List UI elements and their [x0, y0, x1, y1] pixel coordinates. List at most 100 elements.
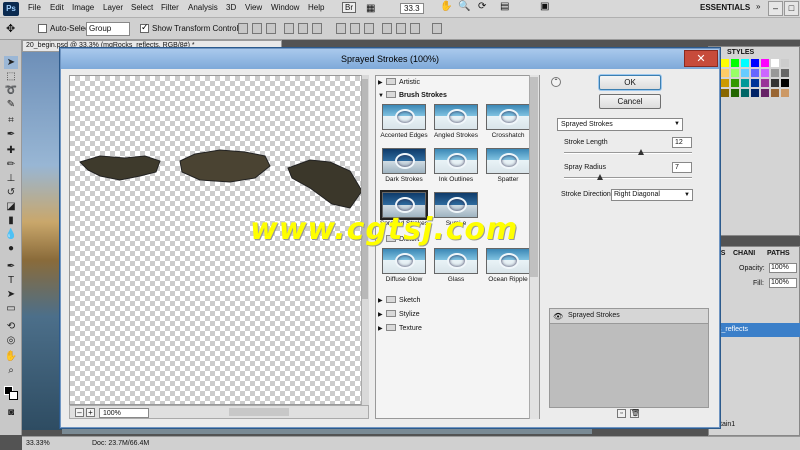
move-tool-preset-icon[interactable]: ✥	[6, 22, 15, 35]
swatch[interactable]	[751, 59, 759, 67]
path-select-tool-icon[interactable]: ➤	[4, 288, 18, 301]
preview-horizontal-scroll-thumb[interactable]	[229, 408, 289, 416]
swatch[interactable]	[771, 59, 779, 67]
auto-select-checkbox[interactable]	[38, 24, 47, 33]
workspace-switcher[interactable]: ESSENTIALS	[700, 3, 750, 12]
rotate-view-icon[interactable]: ⟳	[478, 1, 486, 12]
swatch[interactable]	[761, 79, 769, 87]
swatch[interactable]	[771, 89, 779, 97]
align-top-icon[interactable]	[238, 23, 248, 34]
crop-tool-icon[interactable]: ⌗	[4, 114, 18, 127]
zoom-tool-icon[interactable]: 🔍	[458, 1, 470, 12]
menu-3d[interactable]: 3D	[226, 3, 236, 12]
distribute-hcenter-icon[interactable]	[396, 23, 406, 34]
brush-tool-icon[interactable]: ✏	[4, 158, 18, 171]
swatch[interactable]	[741, 69, 749, 77]
eraser-tool-icon[interactable]: ◪	[4, 200, 18, 213]
thumb-glass[interactable]	[434, 248, 478, 274]
gradient-tool-icon[interactable]: ▮	[4, 214, 18, 227]
quick-select-tool-icon[interactable]: ✎	[4, 98, 18, 111]
ok-button[interactable]: OK	[599, 75, 661, 90]
type-tool-icon[interactable]: T	[4, 274, 18, 287]
history-brush-tool-icon[interactable]: ↺	[4, 186, 18, 199]
workspace-arrow-icon[interactable]: »	[756, 2, 760, 11]
arrange-documents-icon[interactable]: ▤	[500, 1, 509, 12]
folder-texture[interactable]: ▶ Texture	[378, 323, 538, 335]
swatch[interactable]	[781, 59, 789, 67]
shape-tool-icon[interactable]: ▭	[4, 302, 18, 315]
zoom-dropdown[interactable]: 100%	[99, 408, 149, 418]
thumb-spatter[interactable]	[486, 148, 530, 174]
eyedropper-tool-icon[interactable]: ✒	[4, 128, 18, 141]
hand-tool-icon[interactable]: ✋	[440, 1, 452, 12]
distribute-vcenter-icon[interactable]	[350, 23, 360, 34]
zoom-level-field[interactable]: 33.3	[400, 3, 424, 14]
swatch[interactable]	[721, 69, 729, 77]
screen-mode-icon[interactable]: ▣	[540, 1, 549, 12]
swatch[interactable]	[721, 89, 729, 97]
3d-rotate-tool-icon[interactable]: ⟲	[4, 320, 18, 333]
fill-field[interactable]: 100%	[769, 278, 797, 288]
menu-image[interactable]: Image	[72, 3, 94, 12]
clone-stamp-tool-icon[interactable]: ⊥	[4, 172, 18, 185]
restore-icon[interactable]: □	[784, 1, 799, 16]
thumb-angled-strokes[interactable]	[434, 104, 478, 130]
swatch[interactable]	[761, 89, 769, 97]
folder-artistic[interactable]: ▶ Artistic	[378, 77, 538, 89]
swatch[interactable]	[771, 79, 779, 87]
align-right-icon[interactable]	[312, 23, 322, 34]
swatch[interactable]	[741, 89, 749, 97]
swatch[interactable]	[741, 79, 749, 87]
marquee-tool-icon[interactable]: ⬚	[4, 70, 18, 83]
layer-row[interactable]: tain1	[710, 421, 800, 431]
swatch[interactable]	[721, 79, 729, 87]
spray-radius-field[interactable]: 7	[672, 162, 692, 173]
swatch[interactable]	[751, 89, 759, 97]
styles-tab[interactable]: STYLES	[727, 49, 754, 56]
frame-icon[interactable]: ▦	[366, 3, 375, 14]
swatch[interactable]	[781, 69, 789, 77]
paths-tab[interactable]: PATHS	[767, 250, 790, 257]
thumb-crosshatch[interactable]	[486, 104, 530, 130]
align-vcenter-icon[interactable]	[252, 23, 262, 34]
swatch[interactable]	[751, 79, 759, 87]
distribute-bottom-icon[interactable]	[364, 23, 374, 34]
cancel-button[interactable]: Cancel	[599, 94, 661, 109]
menu-filter[interactable]: Filter	[161, 3, 179, 12]
thumb-ink-outlines[interactable]	[434, 148, 478, 174]
3d-orbit-tool-icon[interactable]: ◎	[4, 334, 18, 347]
menu-edit[interactable]: Edit	[50, 3, 64, 12]
distribute-top-icon[interactable]	[336, 23, 346, 34]
background-color-swatch[interactable]	[9, 391, 18, 400]
document-canvas[interactable]	[22, 52, 62, 430]
blur-tool-icon[interactable]: 💧	[4, 228, 18, 241]
spray-radius-slider-knob[interactable]	[596, 174, 603, 180]
swatch[interactable]	[741, 59, 749, 67]
opacity-field[interactable]: 100%	[769, 263, 797, 273]
swatch[interactable]	[731, 69, 739, 77]
menu-view[interactable]: View	[245, 3, 262, 12]
folder-sketch[interactable]: ▶ Sketch	[378, 295, 538, 307]
align-bottom-icon[interactable]	[266, 23, 276, 34]
thumb-diffuse-glow[interactable]	[382, 248, 426, 274]
auto-align-layers-icon[interactable]	[432, 23, 442, 34]
menu-window[interactable]: Window	[271, 3, 299, 12]
swatch[interactable]	[781, 79, 789, 87]
lasso-tool-icon[interactable]: ➰	[4, 84, 18, 97]
delete-effect-layer-icon[interactable]: 🗑	[630, 409, 640, 418]
auto-select-dropdown[interactable]: Group	[86, 22, 130, 36]
swatch[interactable]	[721, 59, 729, 67]
new-effect-layer-icon[interactable]: ▫	[617, 409, 626, 418]
swatch[interactable]	[761, 59, 769, 67]
pen-tool-icon[interactable]: ✒	[4, 260, 18, 273]
healing-brush-tool-icon[interactable]: ✚	[4, 144, 18, 157]
swatch[interactable]	[731, 59, 739, 67]
close-icon[interactable]: ✕	[684, 50, 718, 67]
show-transform-checkbox[interactable]	[140, 22, 149, 33]
dodge-tool-icon[interactable]: ●	[4, 242, 18, 255]
preview-scroll-thumb[interactable]	[362, 79, 368, 299]
zoom-tool-icon[interactable]: ⌕	[4, 364, 18, 377]
folder-brush-strokes[interactable]: ▼ Brush Strokes	[378, 90, 538, 102]
swatch[interactable]	[731, 89, 739, 97]
thumb-dark-strokes[interactable]	[382, 148, 426, 174]
